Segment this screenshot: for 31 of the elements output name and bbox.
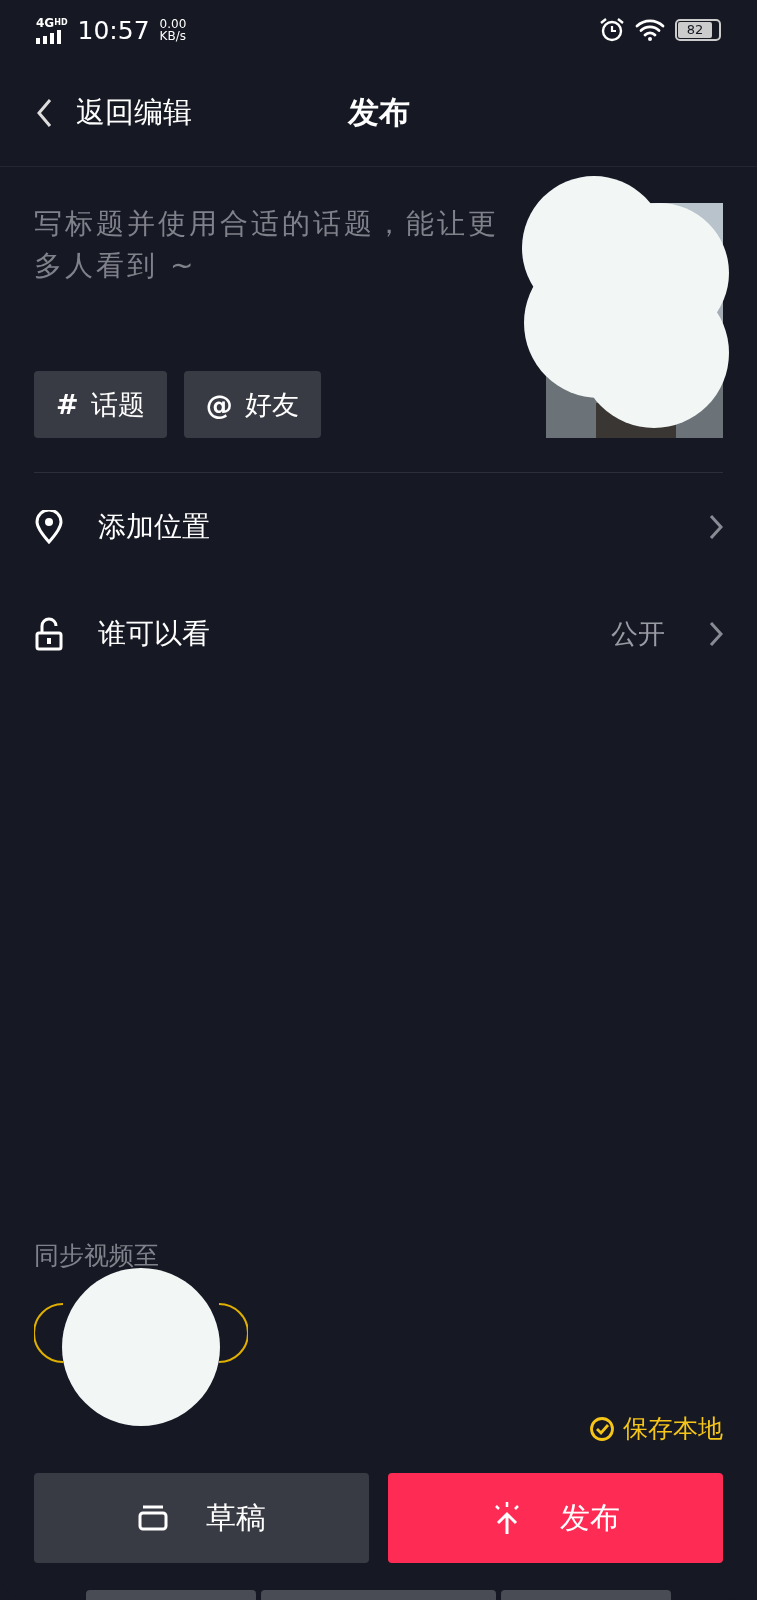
page-title: 发布 — [347, 93, 410, 132]
speed-value: 0.00 — [159, 18, 187, 30]
toggle-outline-arc — [34, 1303, 64, 1363]
signal-icon — [36, 29, 62, 44]
tray-icon — [137, 1504, 168, 1532]
sync-label: 同步视频至 — [34, 1240, 160, 1272]
location-pin-icon — [34, 509, 64, 544]
unlocked-padlock-icon — [34, 616, 64, 651]
chevron-right-icon — [709, 620, 723, 647]
chevron-right-icon — [709, 513, 723, 540]
caption-field[interactable]: 写标题并使用合适的话题，能让更多人看到 ~ — [34, 203, 514, 333]
alarm-icon — [599, 17, 625, 43]
save-local-toggle[interactable]: 保存本地 — [589, 1412, 723, 1445]
chip-symbol: # — [56, 389, 79, 420]
clock-time: 10:57 — [77, 15, 150, 45]
back-button[interactable]: 返回编辑 — [36, 93, 192, 133]
wifi-icon — [635, 18, 665, 42]
settings-row[interactable]: 谁可以看 公开 — [34, 580, 723, 687]
speed-unit: KB/s — [159, 30, 187, 42]
setting-value: 公开 — [611, 616, 665, 651]
draft-button[interactable]: 草稿 — [34, 1473, 369, 1563]
battery-indicator: 82 — [675, 19, 721, 41]
check-circle-icon — [589, 1415, 615, 1442]
tag-chip[interactable]: @ 好友 — [183, 371, 321, 438]
chip-symbol: @ — [205, 389, 233, 420]
publish-button[interactable]: 发布 — [388, 1473, 723, 1563]
toggle-outline-arc — [218, 1303, 248, 1363]
network-type: 4G$^{HD}$ — [36, 16, 68, 29]
tag-chip[interactable]: # 话题 — [34, 371, 167, 438]
chevron-left-icon — [36, 98, 52, 128]
settings-row[interactable]: 添加位置 — [34, 473, 723, 580]
